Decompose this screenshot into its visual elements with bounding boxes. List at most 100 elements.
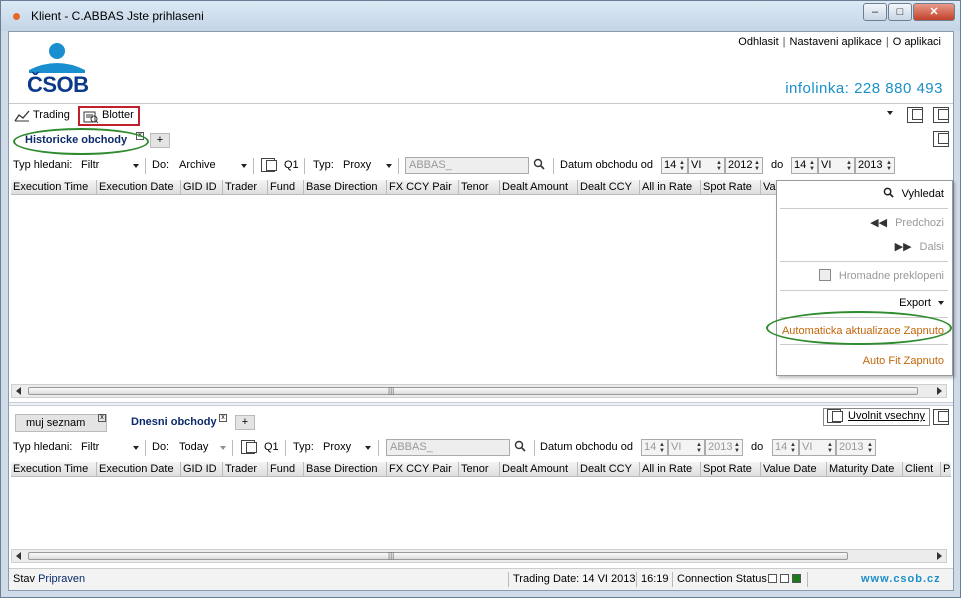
to-year-value: 2013 (858, 159, 883, 171)
settings-link[interactable]: Nastaveni aplikace (786, 36, 886, 48)
tab-muj-seznam[interactable]: muj seznam (15, 414, 107, 432)
column-header[interactable]: Va (761, 180, 777, 194)
detach-window-icon[interactable] (907, 107, 923, 123)
to-month-spinner[interactable]: VI ▲ ▼ (818, 157, 855, 174)
to-year-spinner[interactable]: 2013 ▲ ▼ (836, 439, 876, 456)
about-link[interactable]: O aplikaci (889, 36, 945, 48)
blotter-button[interactable]: Blotter (78, 106, 140, 126)
source-select[interactable]: Today (179, 441, 208, 453)
column-header[interactable]: Maturity Date (827, 462, 903, 476)
column-header[interactable]: Fund (268, 462, 304, 476)
column-header[interactable]: All in Rate (640, 462, 701, 476)
column-header[interactable]: Execution Time (11, 180, 97, 194)
column-header[interactable]: Fund (268, 180, 304, 194)
column-header[interactable]: GID ID (181, 462, 223, 476)
chevron-down-icon[interactable] (386, 164, 392, 168)
from-month-spinner[interactable]: VI ▲ ▼ (668, 439, 705, 456)
close-tab-icon[interactable]: x (219, 414, 227, 422)
close-button[interactable]: ✕ (913, 3, 955, 21)
from-day-spinner[interactable]: 14 ▲ ▼ (641, 439, 668, 456)
menu-item-previous[interactable]: ◀◀ Predchozi (870, 216, 944, 229)
scroll-left-icon[interactable] (16, 387, 21, 395)
add-tab-button[interactable]: + (150, 133, 170, 148)
source-select[interactable]: Archive (179, 159, 216, 171)
menu-item-export[interactable]: Export (899, 297, 944, 309)
column-header[interactable]: Dealt Amount (500, 462, 578, 476)
from-year-spinner[interactable]: 2013 ▲ ▼ (705, 439, 743, 456)
column-header[interactable]: Dealt Amount (500, 180, 578, 194)
panel-detach-icon[interactable] (933, 131, 949, 147)
chevron-down-icon[interactable] (133, 446, 139, 450)
maximize-button[interactable]: □ (888, 3, 912, 21)
search-icon[interactable] (514, 440, 526, 455)
search-icon[interactable] (533, 158, 545, 173)
column-header[interactable]: FX CCY Pair (387, 180, 459, 194)
search-input[interactable]: ABBAS_ (405, 157, 529, 174)
column-header[interactable]: GID ID (181, 180, 223, 194)
column-header[interactable]: Pr (941, 462, 951, 476)
new-window-icon[interactable] (933, 107, 949, 123)
column-header[interactable]: Dealt CCY (578, 462, 640, 476)
bottom-horizontal-scrollbar[interactable]: ||| (11, 549, 947, 563)
menu-item-bulk-translate[interactable]: Hromadne preklopeni (818, 269, 944, 282)
menu-item-auto-update[interactable]: Automaticka aktualizace Zapnuto (782, 325, 944, 337)
column-header[interactable]: Spot Rate (701, 180, 761, 194)
panel-splitter[interactable] (9, 402, 953, 406)
column-header[interactable]: Execution Date (97, 462, 181, 476)
trading-button[interactable]: Trading (11, 106, 74, 126)
type-select[interactable]: Proxy (343, 159, 371, 171)
to-month-spinner[interactable]: VI ▲ ▼ (799, 439, 836, 456)
tab-historicke-obchody[interactable]: Historicke obchody (15, 132, 137, 150)
column-header[interactable]: Client (903, 462, 941, 476)
column-header[interactable]: Execution Time (11, 462, 97, 476)
to-year-spinner[interactable]: 2013 ▲ ▼ (855, 157, 895, 174)
menu-item-search[interactable]: Vyhledat (883, 187, 944, 200)
column-header[interactable]: Base Direction (304, 462, 387, 476)
search-type-select[interactable]: Filtr (81, 159, 99, 171)
from-year-spinner[interactable]: 2012 ▲ ▼ (725, 157, 763, 174)
scroll-thumb[interactable] (28, 552, 848, 560)
query-icon[interactable] (241, 440, 257, 454)
close-tab-icon[interactable]: x (98, 414, 106, 422)
type-select[interactable]: Proxy (323, 441, 351, 453)
chevron-down-icon[interactable] (133, 164, 139, 168)
column-header[interactable]: Spot Rate (701, 462, 761, 476)
scroll-thumb[interactable] (28, 387, 918, 395)
column-header[interactable]: Trader (223, 462, 268, 476)
minimize-button[interactable]: – (863, 3, 887, 21)
to-day-spinner[interactable]: 14 ▲ ▼ (772, 439, 799, 456)
tab-dnesni-obchody[interactable]: Dnesni obchody (121, 414, 227, 432)
search-type-select[interactable]: Filtr (81, 441, 99, 453)
panel-detach-icon[interactable] (933, 409, 949, 425)
column-header[interactable]: Value Date (761, 462, 827, 476)
csob-url[interactable]: www.csob.cz (861, 573, 941, 585)
column-header[interactable]: Base Direction (304, 180, 387, 194)
chevron-down-icon[interactable] (241, 164, 247, 168)
scroll-right-icon[interactable] (937, 387, 942, 395)
to-day-spinner[interactable]: 14 ▲ ▼ (791, 157, 818, 174)
close-tab-icon[interactable]: x (136, 132, 144, 140)
column-header[interactable]: Dealt CCY (578, 180, 640, 194)
separator (232, 440, 233, 456)
search-input[interactable]: ABBAS_ (386, 439, 510, 456)
scroll-left-icon[interactable] (16, 552, 21, 560)
top-horizontal-scrollbar[interactable]: ||| (11, 384, 947, 398)
from-day-spinner[interactable]: 14 ▲ ▼ (661, 157, 688, 174)
menu-item-auto-fit[interactable]: Auto Fit Zapnuto (863, 355, 944, 367)
logout-link[interactable]: Odhlasit (734, 36, 782, 48)
column-header[interactable]: Tenor (459, 180, 500, 194)
query-icon[interactable] (261, 158, 277, 172)
column-header[interactable]: FX CCY Pair (387, 462, 459, 476)
chevron-down-icon[interactable] (220, 446, 226, 450)
add-tab-button[interactable]: + (235, 415, 255, 430)
column-header[interactable]: All in Rate (640, 180, 701, 194)
column-header[interactable]: Tenor (459, 462, 500, 476)
column-header[interactable]: Trader (223, 180, 268, 194)
column-header[interactable]: Execution Date (97, 180, 181, 194)
chevron-down-icon[interactable] (365, 446, 371, 450)
menu-item-next[interactable]: ▶▶ Dalsi (895, 240, 944, 253)
toolbar-dropdown-icon[interactable] (887, 111, 893, 115)
scroll-right-icon[interactable] (937, 552, 942, 560)
from-month-spinner[interactable]: VI ▲ ▼ (688, 157, 725, 174)
release-all-button[interactable]: Uvolnit vsechny (823, 408, 931, 426)
